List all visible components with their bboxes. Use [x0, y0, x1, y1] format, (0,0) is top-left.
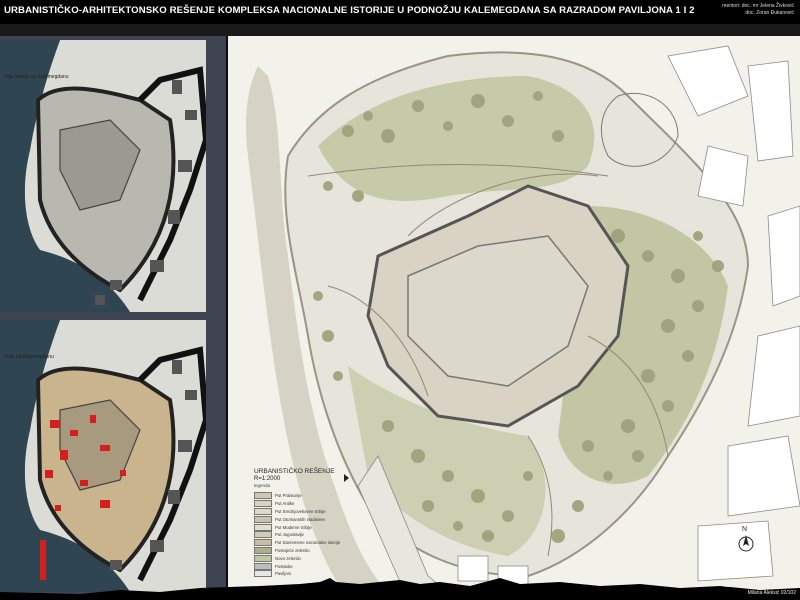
legend-item: Put Savremene nacionalne istorije [254, 539, 374, 547]
legend-swatch [254, 539, 272, 547]
legend-item: Put Otomanskih vladavine [254, 515, 374, 523]
legend-item: Put Jugoslavije [254, 531, 374, 539]
legend-label: Postojeće zelenilo [275, 547, 310, 553]
legend-label: Put Savremene nacionalne istorije [275, 540, 341, 546]
legend-subtitle: legenda [254, 483, 271, 488]
overview-map-2-label: onije na Kalemegdanu [4, 354, 54, 360]
legend-label: Put Jugoslavije [275, 532, 304, 538]
legend-label: Postavke [275, 563, 293, 569]
overview-map-2-drawing [0, 320, 206, 592]
legend-label: Put Praistorije [275, 493, 302, 499]
overview-map-2: onije na Kalemegdanu [0, 320, 206, 592]
legend-swatch [254, 523, 272, 531]
legend-item: Put Srednjovekovne Srbije [254, 507, 374, 516]
legend-items: Put Praistorije Put Antike Put Srednjoveko… [254, 492, 374, 578]
city-skyline [0, 578, 800, 600]
legend-title: URBANISTIČKO REŠENJE [254, 468, 335, 475]
legend-swatch [254, 492, 272, 500]
legend-item: Novo zelenilo [254, 554, 374, 562]
overview-map-1-label: odje istorije na Kalemegdanu [4, 74, 69, 80]
poster-board: URBANISTIČKO-ARHITEKTONSKO REŠENJE KOMPL… [0, 0, 800, 600]
legend-swatch [254, 562, 272, 570]
legend-arrow-icon [344, 474, 349, 482]
legend-swatch [254, 546, 272, 554]
legend-swatch [254, 500, 272, 508]
legend-label: Novo zelenilo [275, 555, 301, 561]
main-site-plan: URBANISTIČKO REŠENJE R=1:2000 legenda Pu… [228, 36, 800, 600]
candidate-line-1: kandidati: Anđelka Borović 02/14 [723, 583, 796, 589]
legend-label: Put Antike [275, 501, 295, 507]
legend-item: Put Antike [254, 500, 374, 508]
legend-label: Put Otomanskih vladavine [275, 516, 325, 522]
overview-map-1-drawing [0, 40, 206, 312]
north-arrow-icon [738, 535, 754, 552]
mentor-line-1: mentori: doc. mr Jelena Živković [722, 3, 794, 9]
title-bar: URBANISTIČKO-ARHITEKTONSKO REŠENJE KOMPL… [0, 0, 800, 24]
mentor-line-2: doc. Zoran Đukanović [745, 10, 794, 16]
legend-swatch [254, 507, 272, 515]
candidates-block: kandidati: Anđelka Borović 02/14 Milana … [723, 583, 796, 597]
poster-title: URBANISTIČKO-ARHITEKTONSKO REŠENJE KOMPL… [4, 5, 695, 16]
overview-map-1: odje istorije na Kalemegdanu [0, 40, 206, 312]
legend: URBANISTIČKO REŠENJE R=1:2000 legenda Pu… [254, 468, 374, 578]
candidate-line-2: Milana Aleksić 02/102 [747, 590, 796, 596]
legend-scale: R=1:2000 [254, 476, 281, 482]
legend-item: Postavke [254, 562, 374, 570]
header-strip [0, 24, 800, 36]
legend-item: Put Praistorije [254, 492, 374, 500]
legend-label: Put Srednjovekovne Srbije [275, 508, 326, 514]
legend-item: Postojeće zelenilo [254, 546, 374, 555]
legend-swatch [254, 531, 272, 539]
mentors-block: mentori: doc. mr Jelena Živković doc. Zo… [722, 3, 794, 17]
legend-item: Put Moderne Srbije [254, 523, 374, 531]
legend-swatch [254, 554, 272, 562]
legend-swatch [254, 515, 272, 523]
legend-label: Put Moderne Srbije [275, 524, 312, 530]
north-arrow: N [736, 526, 756, 556]
